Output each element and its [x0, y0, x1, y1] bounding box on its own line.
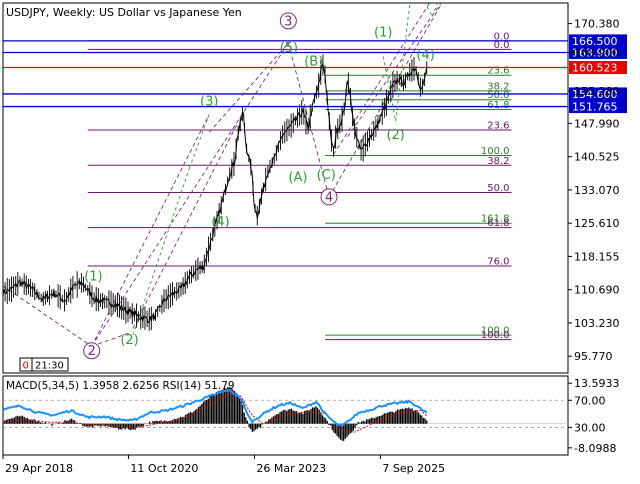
indicator-tick-label: 70.00 — [574, 394, 606, 407]
price-tick-label: 95.770 — [574, 350, 613, 363]
wave-label: 4 — [325, 190, 333, 205]
wave-label: (4) — [416, 48, 434, 63]
indicator-tick-label: -8.0988 — [574, 442, 616, 455]
price-tick-label: 155.280 — [574, 85, 620, 98]
fib-level-label: 23.6 — [487, 121, 509, 132]
fib-level-label: 61.8 — [487, 218, 509, 229]
time-label: 21:30 — [35, 361, 64, 372]
chart-title: USDJPY, Weekly: US Dollar vs Japanese Ye… — [6, 6, 242, 19]
price-tick-label: 103.230 — [574, 317, 620, 330]
wave-label: (2) — [386, 128, 404, 143]
price-tick-label: 170.380 — [574, 18, 620, 31]
wave-label: (B) — [304, 54, 323, 69]
date-tick-label: 26 Mar 2023 — [256, 462, 326, 475]
wave-label: (1) — [374, 25, 392, 40]
fib-level-label: 61.8 — [487, 100, 509, 111]
time-badge: 0 — [23, 361, 29, 372]
level-tag-label: 151.765 — [572, 101, 618, 114]
price-tick-label: 163.900 — [574, 46, 620, 59]
price-tick-label: 140.525 — [574, 151, 620, 164]
fib-level-label: 50.0 — [487, 183, 509, 194]
fib-level-label: 100.0 — [481, 330, 510, 341]
price-tick-label: 118.155 — [574, 250, 620, 263]
indicator-tick-label: 30.00 — [574, 421, 606, 434]
chart-canvas: 0.00.023.638.250.061.823.6100.038.250.01… — [0, 0, 640, 480]
wave-label: (4) — [211, 215, 229, 230]
date-tick-label: 7 Sep 2025 — [382, 462, 445, 475]
price-tick-label: 147.990 — [574, 117, 620, 130]
price-tick-label: 133.070 — [574, 184, 620, 197]
wave-label: (C) — [317, 168, 336, 183]
wave-label: (5) — [280, 41, 298, 56]
wave-label: (3) — [200, 95, 218, 110]
wave-label: 2 — [88, 344, 96, 359]
price-tick-label: 125.610 — [574, 217, 620, 230]
wave-label: (1) — [84, 269, 102, 284]
level-tag-label: 160.523 — [572, 62, 618, 75]
indicator-title: MACD(5,34,5) 1.3958 2.6256 RSI(14) 51.79 — [6, 380, 235, 392]
price-tick-label: 110.690 — [574, 284, 620, 297]
wave-label: (2) — [120, 333, 138, 348]
indicator-tick-label: 13.5933 — [574, 377, 620, 390]
fib-level-label: 76.0 — [487, 257, 509, 268]
wave-label: (A) — [288, 170, 307, 185]
date-tick-label: 11 Oct 2020 — [130, 462, 198, 475]
date-tick-label: 29 Apr 2018 — [5, 462, 73, 475]
wave-label: 3 — [284, 14, 292, 29]
chart-window: 0.0 0.0 23.6 38.2 50.0 61.8 23.6 100.0 38.2 50.0 1… — [0, 0, 640, 480]
fib-level-label: 38.2 — [487, 156, 509, 167]
